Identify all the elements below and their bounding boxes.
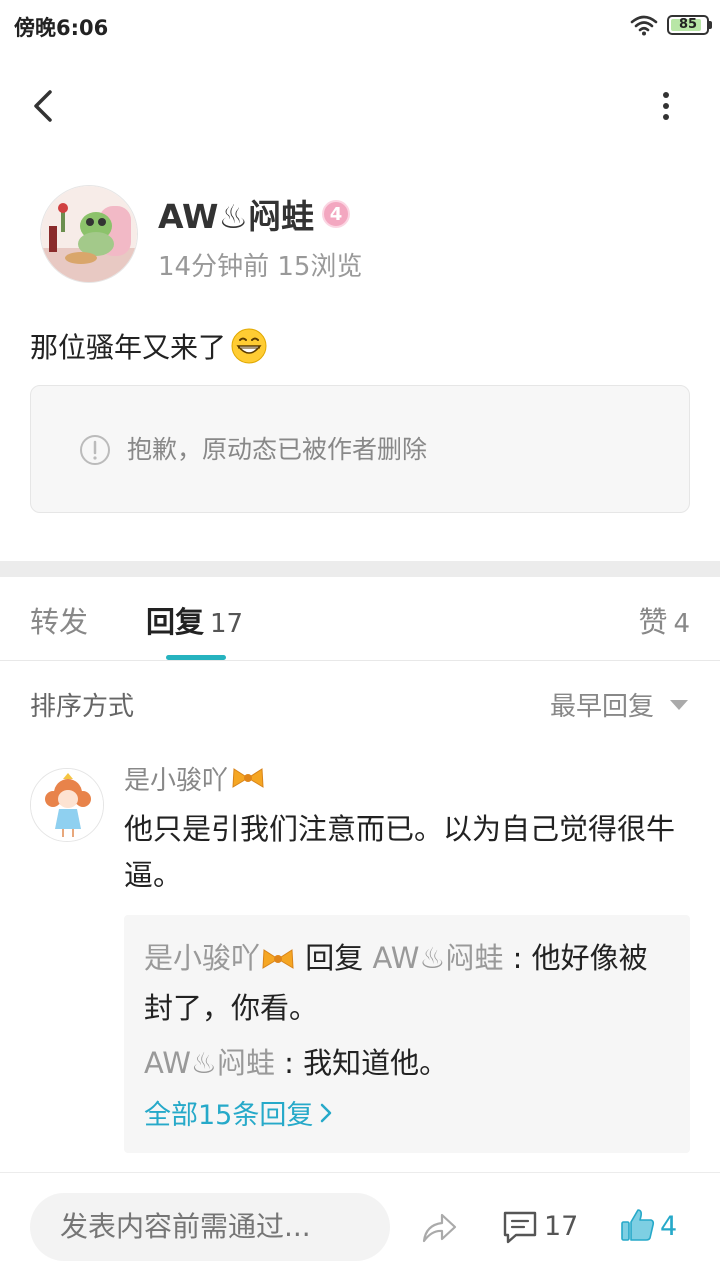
comment-user-row: 是小骏吖: [124, 760, 266, 796]
tab-reply-label: 回复: [146, 605, 205, 639]
more-options-icon[interactable]: [646, 84, 686, 128]
likes-count: 4: [660, 1211, 678, 1242]
bottom-action-bar: 17 4: [0, 1173, 720, 1280]
reply-box: 是小骏吖 回复 AW♨闷蛙 : 他好像被封了，你看。 AW♨闷蛙 : 我知道他。…: [124, 915, 690, 1153]
sort-row: 排序方式 最早回复: [0, 662, 720, 744]
bow-icon: [232, 768, 264, 788]
reply-username[interactable]: AW♨闷蛙: [144, 1046, 275, 1080]
comment-username[interactable]: 是小骏吖: [124, 760, 228, 797]
top-nav: [0, 60, 720, 150]
share-icon[interactable]: [420, 1209, 458, 1245]
post-meta: 14分钟前 15浏览: [158, 252, 363, 282]
tab-reply-count: 17: [210, 609, 244, 639]
status-bar: 傍晚6:06 85: [0, 0, 720, 52]
back-arrow-icon[interactable]: [24, 84, 64, 128]
commenter-avatar[interactable]: [30, 768, 104, 842]
all-replies-label: 全部15条回复: [144, 1100, 314, 1131]
bow-icon: [262, 949, 294, 969]
caret-down-icon[interactable]: [670, 700, 688, 710]
warning-circle-icon: [80, 435, 110, 465]
reply-target-username[interactable]: AW♨闷蛙: [372, 941, 503, 975]
reply-text: 我知道他。: [303, 1046, 449, 1080]
tab-likes-label: 赞: [638, 605, 668, 639]
reply-item: AW♨闷蛙 : 我知道他。: [144, 1041, 448, 1085]
tab-reply[interactable]: 回复 17: [146, 599, 243, 641]
author-name-row: AW♨闷蛙 4: [158, 190, 351, 238]
tab-likes-count: 4: [673, 609, 690, 639]
tab-forward[interactable]: 转发: [30, 599, 88, 641]
sort-dropdown[interactable]: 最早回复: [550, 686, 654, 723]
comment-icon[interactable]: [502, 1209, 538, 1245]
level-badge: 4: [322, 200, 351, 228]
post-text: 那位骚年又来了: [30, 326, 268, 366]
post-text-content: 那位骚年又来了: [30, 331, 227, 364]
status-time: 傍晚6:06: [14, 16, 109, 40]
sort-label: 排序方式: [30, 692, 135, 722]
battery-icon: 85: [667, 15, 712, 35]
comment-text: 他只是引我们注意而已。以为自己觉得很牛逼。: [124, 812, 676, 892]
tab-likes[interactable]: 赞4: [638, 599, 690, 641]
tabs-bar: 转发 回复 17 赞4: [0, 577, 720, 661]
deleted-notice-text: 抱歉，原动态已被作者删除: [127, 435, 428, 464]
author-avatar[interactable]: [40, 185, 138, 283]
reply-separator: :: [274, 1046, 304, 1080]
reply-username[interactable]: 是小骏吖: [144, 941, 260, 975]
active-tab-indicator: [166, 655, 226, 660]
battery-level: 85: [678, 17, 698, 32]
chevron-right-icon: [321, 1103, 332, 1122]
reply-item: 是小骏吖 回复 AW♨闷蛙 : 他好像被封了，你看。: [144, 933, 674, 1033]
author-name[interactable]: AW♨闷蛙: [158, 190, 314, 238]
section-divider: [0, 561, 720, 577]
deleted-post-notice: 抱歉，原动态已被作者删除: [30, 385, 690, 513]
all-replies-link[interactable]: 全部15条回复: [144, 1093, 333, 1132]
reply-connector: 回复: [305, 941, 364, 975]
grin-emoji-icon: [231, 328, 267, 364]
wifi-icon: [630, 15, 658, 36]
thumbs-up-icon[interactable]: [620, 1207, 656, 1243]
comment-input[interactable]: [30, 1193, 390, 1261]
comments-count: 17: [544, 1211, 579, 1242]
reply-separator: :: [512, 941, 532, 975]
